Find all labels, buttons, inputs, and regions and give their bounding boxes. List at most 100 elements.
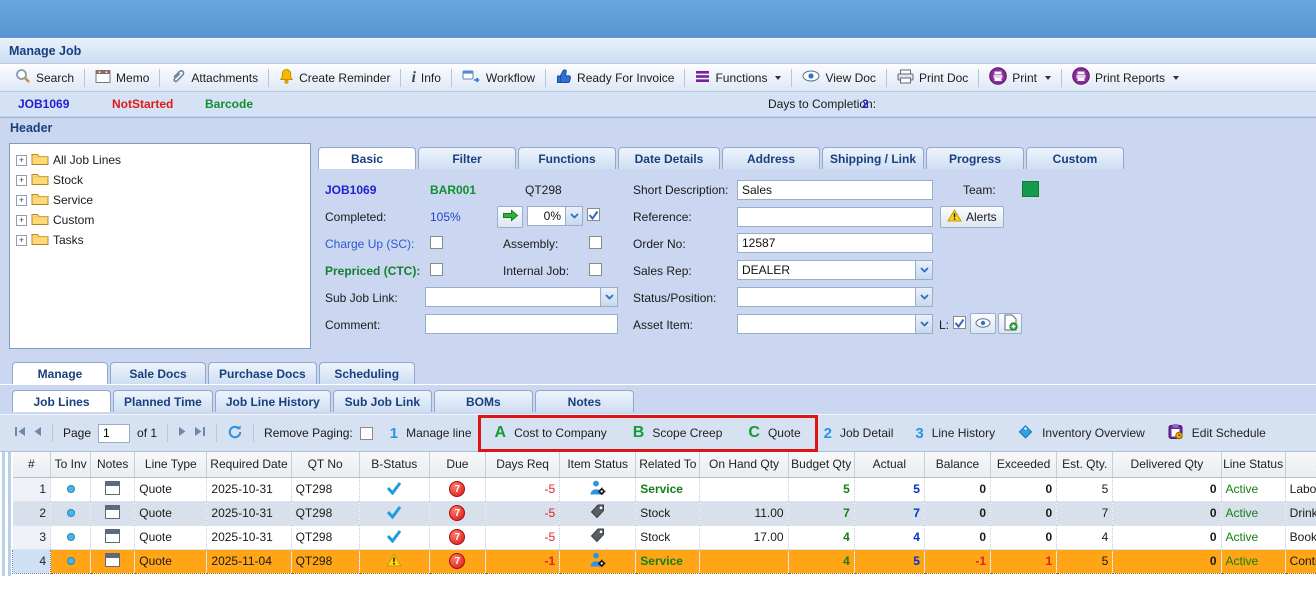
expand-icon[interactable]: + — [16, 235, 27, 246]
col-header-num[interactable]: # — [13, 452, 51, 477]
notes-icon[interactable] — [105, 505, 120, 519]
col-header-qt-no[interactable]: QT No — [291, 452, 359, 477]
l-checkbox[interactable] — [953, 316, 966, 329]
status-position-select[interactable] — [737, 287, 933, 307]
team-color-swatch[interactable] — [1022, 181, 1039, 197]
internal-job-checkbox[interactable] — [589, 263, 602, 276]
short-description-input[interactable] — [737, 180, 933, 200]
search-button[interactable]: Search — [8, 66, 81, 90]
tree-item-stock[interactable]: + Stock — [14, 170, 306, 190]
view-doc-button[interactable]: View Doc — [795, 66, 882, 90]
tab-custom[interactable]: Custom — [1026, 147, 1124, 169]
cost-to-company-button[interactable]: A Cost to Company — [495, 424, 607, 442]
page-number-input[interactable] — [98, 424, 130, 443]
tab-basic[interactable]: Basic — [318, 147, 416, 169]
col-header-due[interactable]: Due — [429, 452, 485, 477]
print-doc-button[interactable]: Print Doc — [890, 66, 975, 90]
col-header-related-to[interactable]: Related To — [636, 452, 700, 477]
refresh-icon[interactable] — [227, 424, 243, 443]
remove-paging-checkbox[interactable] — [360, 427, 373, 440]
attachments-button[interactable]: Attachments — [163, 66, 265, 90]
view-asset-button[interactable] — [970, 313, 996, 334]
sub-job-link-select[interactable] — [425, 287, 618, 307]
ready-for-invoice-button[interactable]: Ready For Invoice — [549, 66, 681, 90]
chevron-down-icon[interactable] — [915, 288, 932, 306]
apply-progress-button[interactable] — [497, 206, 523, 228]
quote-button[interactable]: C Quote — [748, 424, 800, 442]
comment-input[interactable] — [425, 314, 618, 334]
prepriced-checkbox[interactable] — [430, 263, 443, 276]
col-header-delivered-qty[interactable]: Delivered Qty — [1113, 452, 1221, 477]
inventory-overview-button[interactable]: Inventory Overview — [1017, 423, 1145, 443]
order-no-input[interactable] — [737, 233, 933, 253]
tab-manage[interactable]: Manage — [12, 362, 108, 384]
chevron-down-icon[interactable] — [565, 207, 582, 225]
tab-job-lines[interactable]: Job Lines — [12, 390, 111, 412]
print-reports-button[interactable]: Print Reports — [1065, 66, 1186, 90]
asset-item-select[interactable] — [737, 314, 933, 334]
chevron-down-icon[interactable] — [915, 315, 932, 333]
tab-progress[interactable]: Progress — [926, 147, 1024, 169]
col-header-item-status[interactable]: Item Status — [560, 452, 636, 477]
col-header-b-status[interactable]: B-Status — [359, 452, 429, 477]
tab-shipping-link[interactable]: Shipping / Link — [822, 147, 924, 169]
col-header-required-date[interactable]: Required Date — [207, 452, 291, 477]
alerts-button[interactable]: Alerts — [940, 206, 1004, 228]
col-header-exceeded[interactable]: Exceeded — [991, 452, 1057, 477]
tab-scheduling[interactable]: Scheduling — [319, 362, 415, 384]
expand-icon[interactable]: + — [16, 175, 27, 186]
tab-notes[interactable]: Notes — [535, 390, 634, 412]
tree-item-all-job-lines[interactable]: + All Job Lines — [14, 150, 306, 170]
workflow-button[interactable]: Workflow — [455, 66, 542, 90]
col-header-budget-qty[interactable]: Budget Qty — [788, 452, 854, 477]
tab-date-details[interactable]: Date Details — [618, 147, 720, 169]
col-header-balance[interactable]: Balance — [924, 452, 990, 477]
table-row[interactable]: 2 Quote 2025-10-31 QT298 7 -5 Stock 11.0… — [13, 501, 1316, 525]
progress-checkbox[interactable] — [587, 208, 600, 221]
col-header-notes[interactable]: Notes — [91, 452, 135, 477]
create-reminder-button[interactable]: Create Reminder — [272, 66, 397, 90]
job-detail-button[interactable]: 2 Job Detail — [824, 425, 894, 442]
scope-creep-button[interactable]: B Scope Creep — [633, 424, 723, 442]
chevron-down-icon[interactable] — [600, 288, 617, 306]
memo-button[interactable]: Memo — [88, 66, 156, 90]
reference-input[interactable] — [737, 207, 933, 227]
info-button[interactable]: i Info — [404, 66, 447, 90]
tab-functions[interactable]: Functions — [518, 147, 616, 169]
col-header-line-status[interactable]: Line Status — [1221, 452, 1285, 477]
tab-sub-job-link[interactable]: Sub Job Link — [333, 390, 432, 412]
add-document-button[interactable] — [998, 313, 1022, 334]
tree-item-service[interactable]: + Service — [14, 190, 306, 210]
col-header-job-l[interactable]: Job L — [1285, 452, 1316, 477]
table-row[interactable]: 3 Quote 2025-10-31 QT298 7 -5 Stock 17.0… — [13, 525, 1316, 549]
to-inv-icon[interactable] — [67, 557, 75, 565]
charge-up-checkbox[interactable] — [430, 236, 443, 249]
tree-item-custom[interactable]: + Custom — [14, 210, 306, 230]
col-header-days-req[interactable]: Days Req — [485, 452, 559, 477]
previous-page-button[interactable] — [33, 426, 42, 440]
table-row-selected[interactable]: 4 Quote 2025-11-04 QT298 7 -1 Service 4 … — [13, 549, 1316, 573]
sales-rep-select[interactable]: DEALER — [737, 260, 933, 280]
functions-button[interactable]: Functions — [688, 66, 788, 90]
chevron-down-icon[interactable] — [915, 261, 932, 279]
tab-address[interactable]: Address — [722, 147, 820, 169]
notes-icon[interactable] — [105, 529, 120, 543]
edit-schedule-button[interactable]: Edit Schedule — [1167, 423, 1266, 443]
manage-line-button[interactable]: 1 Manage line — [390, 425, 472, 442]
expand-icon[interactable]: + — [16, 215, 27, 226]
tab-planned-time[interactable]: Planned Time — [113, 390, 213, 412]
line-history-button[interactable]: 3 Line History — [915, 425, 995, 442]
to-inv-icon[interactable] — [67, 485, 75, 493]
to-inv-icon[interactable] — [67, 509, 75, 517]
barcode-link[interactable]: Barcode — [205, 97, 253, 111]
tab-boms[interactable]: BOMs — [434, 390, 533, 412]
assembly-checkbox[interactable] — [589, 236, 602, 249]
notes-icon[interactable] — [105, 553, 120, 567]
col-header-actual[interactable]: Actual — [854, 452, 924, 477]
print-button[interactable]: Print — [982, 66, 1058, 90]
notes-icon[interactable] — [105, 481, 120, 495]
tab-filter[interactable]: Filter — [418, 147, 516, 169]
next-page-button[interactable] — [178, 426, 187, 440]
progress-percent-select[interactable]: 0% — [527, 206, 583, 226]
tab-sale-docs[interactable]: Sale Docs — [110, 362, 206, 384]
